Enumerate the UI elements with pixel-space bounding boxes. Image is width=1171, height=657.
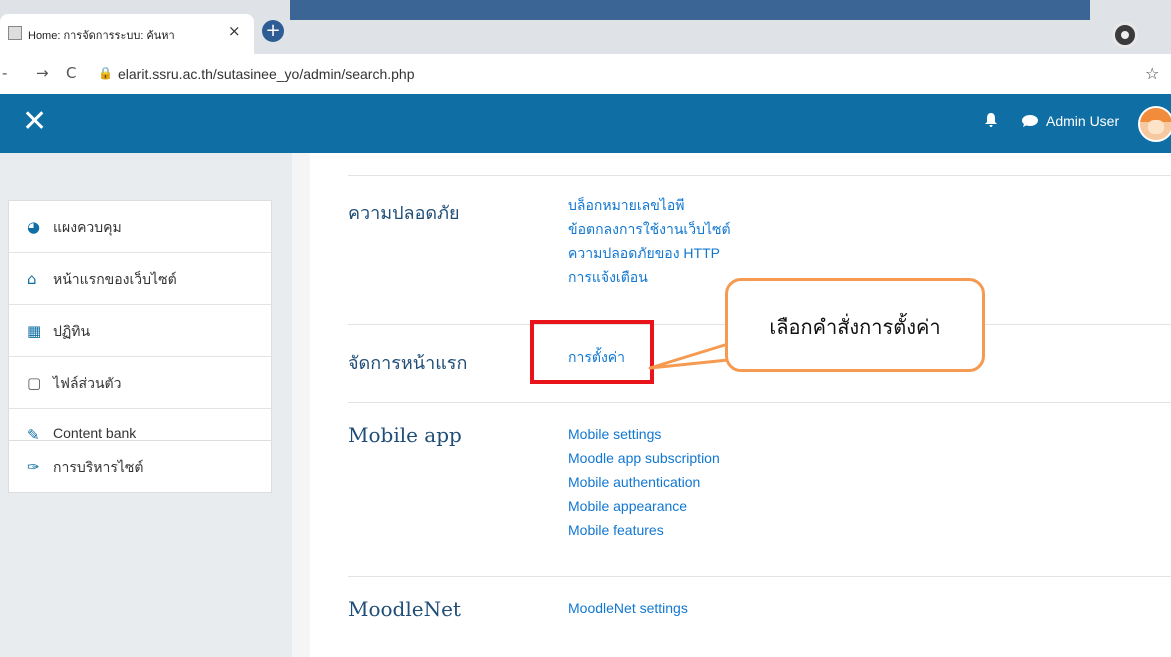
sidebar-item-label: Content bank [53, 425, 137, 441]
browser-tabstrip: Home: การจัดการระบบ: ค้นหา × + [0, 0, 1171, 54]
close-drawer-icon[interactable]: ✕ [22, 104, 47, 139]
section-links-security: บล็อกหมายเลขไอพี ข้อตกลงการใช้งานเว็บไซต… [568, 193, 731, 289]
section-links-moodlenet: MoodleNet settings [568, 596, 688, 620]
calendar-icon: ▦ [27, 322, 42, 340]
chat-bubble-icon[interactable] [1022, 115, 1038, 127]
section-title-front-page: จัดการหน้าแรก [348, 353, 468, 374]
link-notifications[interactable]: การแจ้งเตือน [568, 265, 731, 289]
nav-drawer: ◕ แผงควบคุม ⌂ หน้าแรกของเว็บไซต์ ▦ ปฏิทิ… [0, 153, 292, 657]
address-bar: - → C 🔒 elarit.ssru.ac.th/sutasinee_yo/a… [0, 54, 1171, 95]
file-icon: ▢ [27, 374, 42, 392]
admin-search-results: ความปลอดภัย บล็อกหมายเลขไอพี ข้อตกลงการใ… [310, 153, 1171, 657]
url-field[interactable]: elarit.ssru.ac.th/sutasinee_yo/admin/sea… [118, 66, 415, 82]
avatar-face [1148, 120, 1164, 134]
lock-icon[interactable]: 🔒 [98, 66, 113, 80]
section-divider [348, 402, 1171, 403]
bell-icon[interactable] [985, 113, 997, 127]
new-tab-button[interactable]: + [262, 20, 284, 42]
section-divider [348, 175, 1171, 176]
sidebar-item-label: ไฟล์ส่วนตัว [53, 375, 122, 391]
sidebar-item-private-files[interactable]: ▢ ไฟล์ส่วนตัว [9, 357, 271, 409]
section-title-mobile-app: Mobile app [348, 423, 462, 447]
link-mobile-authentication[interactable]: Mobile authentication [568, 470, 720, 494]
sidebar-item-site-administration[interactable]: ✑ การบริหารไซต์ [9, 441, 271, 492]
section-title-moodlenet: MoodleNet [348, 597, 461, 621]
reload-icon[interactable]: C [66, 64, 76, 82]
link-moodle-app-subscription[interactable]: Moodle app subscription [568, 446, 720, 470]
user-menu-name[interactable]: Admin User [1046, 113, 1119, 129]
link-ip-blocker[interactable]: บล็อกหมายเลขไอพี [568, 193, 731, 217]
sidebar-item-label: แผงควบคุม [53, 219, 122, 235]
bookmark-star-icon[interactable]: ☆ [1145, 64, 1159, 83]
section-links-mobile-app: Mobile settings Moodle app subscription … [568, 422, 720, 542]
dashboard-icon: ◕ [27, 218, 41, 236]
favicon-icon [8, 26, 22, 40]
avatar[interactable] [1138, 106, 1171, 142]
sidebar-item-calendar[interactable]: ▦ ปฏิทิน [9, 305, 271, 357]
forward-arrow-icon[interactable]: → [36, 64, 49, 82]
link-site-policies[interactable]: ข้อตกลงการใช้งานเว็บไซต์ [568, 217, 731, 241]
nav-drawer-admin-group: ✑ การบริหารไซต์ [8, 440, 272, 493]
sidebar-item-label: ปฏิทิน [53, 323, 91, 339]
link-http-security[interactable]: ความปลอดภัยของ HTTP [568, 241, 731, 265]
instruction-callout: เลือกคำสั่งการตั้งค่า [725, 278, 985, 372]
site-header: ✕ Admin User [0, 94, 1171, 153]
callout-text: เลือกคำสั่งการตั้งค่า [769, 315, 941, 339]
background-window-strip [290, 0, 1090, 20]
link-mobile-settings[interactable]: Mobile settings [568, 422, 720, 446]
home-icon: ⌂ [27, 270, 37, 288]
tab-close-icon[interactable]: × [228, 22, 241, 40]
tab-title: Home: การจัดการระบบ: ค้นหา [28, 30, 175, 42]
link-mobile-features[interactable]: Mobile features [568, 518, 720, 542]
back-arrow-icon[interactable]: - [2, 64, 7, 82]
browser-tab-active[interactable]: Home: การจัดการระบบ: ค้นหา × [0, 14, 254, 54]
nav-drawer-main-group: ◕ แผงควบคุม ⌂ หน้าแรกของเว็บไซต์ ▦ ปฏิทิ… [8, 200, 272, 461]
link-mobile-appearance[interactable]: Mobile appearance [568, 494, 720, 518]
sidebar-item-label: การบริหารไซต์ [53, 459, 144, 475]
section-divider [348, 576, 1171, 577]
section-title-security: ความปลอดภัย [348, 203, 460, 224]
sidebar-item-dashboard[interactable]: ◕ แผงควบคุม [9, 201, 271, 253]
sidebar-item-label: หน้าแรกของเว็บไซต์ [53, 271, 177, 287]
wrench-icon: ✑ [27, 458, 40, 476]
sidebar-item-site-home[interactable]: ⌂ หน้าแรกของเว็บไซต์ [9, 253, 271, 305]
highlight-box [530, 320, 654, 384]
link-moodlenet-settings[interactable]: MoodleNet settings [568, 596, 688, 620]
browser-profile-icon[interactable] [1112, 22, 1138, 48]
